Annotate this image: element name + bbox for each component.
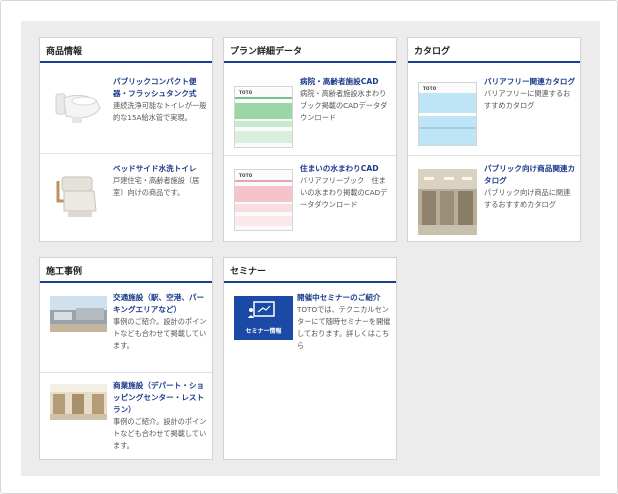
- product-title[interactable]: パブリックコンパクト便器・フラッシュタンク式: [113, 76, 208, 100]
- public-restroom-photo[interactable]: [418, 169, 477, 235]
- plan-item-hospital-cad[interactable]: TOTO 病院・高齢者施設CAD 病院・高齢者施設水まわりブック掲載のCADデー…: [224, 76, 396, 154]
- product-title[interactable]: ベッドサイド水洗トイレ: [113, 163, 208, 175]
- case-title[interactable]: 交通施設（駅、空港、パーキングエリアなど）: [113, 292, 208, 316]
- cases-card: 施工事例 交通施設（駅、空港、パーキングエリアなど） 事例のご紹介。設計のポイン…: [39, 257, 213, 460]
- plan-item-home-cad[interactable]: TOTO 住まいの水まわりCAD バリアフリーブック 住まいの水まわり掲載のCA…: [224, 163, 396, 241]
- divider: [40, 153, 212, 154]
- catalog-card: カタログ TOTO バリアフリー関連カタログ バリアフリーに関連するおすすめカタ…: [407, 37, 581, 242]
- catalog-heading: カタログ: [408, 38, 580, 63]
- page-frame: 商品情報 パブリックコンパクト便器・フラッシュタンク式 連続洗浄可能なトイレが一…: [0, 0, 618, 494]
- case-item-commercial[interactable]: 商業施設（デパート・ショッピングセンター・レストラン） 事例のご紹介。設計のポイ…: [40, 380, 212, 459]
- station-photo[interactable]: [50, 296, 107, 332]
- toilet-image[interactable]: [50, 78, 109, 130]
- product-item-compact-toilet[interactable]: パブリックコンパクト便器・フラッシュタンク式 連続洗浄可能なトイレが一般的な15…: [40, 76, 212, 152]
- seminar-icon[interactable]: セミナー情報: [234, 296, 293, 340]
- product-desc: 戸建住宅・高齢者施設（居室）向けの商品です。: [113, 176, 200, 197]
- seminar-heading: セミナー: [224, 258, 396, 283]
- case-title[interactable]: 商業施設（デパート・ショッピングセンター・レストラン）: [113, 380, 208, 416]
- catalog-title[interactable]: バリアフリー関連カタログ: [484, 76, 576, 88]
- content-area: 商品情報 パブリックコンパクト便器・フラッシュタンク式 連続洗浄可能なトイレが一…: [21, 21, 600, 476]
- seminar-card: セミナー セミナー情報 開催中セミナーのご紹介 TOTOでは、テクニカルセンター…: [223, 257, 397, 460]
- products-heading: 商品情報: [40, 38, 212, 63]
- mall-photo[interactable]: [50, 384, 107, 420]
- plan-desc: バリアフリーブック 住まいの水まわり掲載のCADデータダウンロード: [300, 176, 388, 209]
- divider: [408, 155, 580, 156]
- plan-title[interactable]: 病院・高齢者施設CAD: [300, 76, 392, 88]
- case-item-transport[interactable]: 交通施設（駅、空港、パーキングエリアなど） 事例のご紹介。設計のポイントなども合…: [40, 292, 212, 372]
- case-desc: 事例のご紹介。設計のポイントなども合わせて掲載しています。: [113, 317, 207, 350]
- product-desc: 連続洗浄可能なトイレが一般的な15A給水管で実現。: [113, 101, 207, 122]
- plan-title[interactable]: 住まいの水まわりCAD: [300, 163, 392, 175]
- plan-desc: 病院・高齢者施設水まわりブック掲載のCADデータダウンロード: [300, 89, 388, 122]
- plans-card: プラン詳細データ TOTO 病院・高齢者施設CAD 病院・高齢者施設水まわりブッ…: [223, 37, 397, 242]
- divider: [40, 372, 212, 373]
- cad-brochure-image[interactable]: TOTO: [234, 86, 293, 148]
- seminar-desc: TOTOでは、テクニカルセンターにて随時セミナーを開催しております。詳しくはこち…: [297, 305, 391, 350]
- products-card: 商品情報 パブリックコンパクト便器・フラッシュタンク式 連続洗浄可能なトイレが一…: [39, 37, 213, 242]
- catalog-title[interactable]: パブリック向け商品関連カタログ: [484, 163, 576, 187]
- divider: [224, 155, 396, 156]
- cases-heading: 施工事例: [40, 258, 212, 283]
- catalog-desc: パブリック向け商品に関連するおすすめカタログ: [484, 188, 571, 209]
- bedside-toilet-image[interactable]: [50, 167, 109, 223]
- seminar-item[interactable]: セミナー情報 開催中セミナーのご紹介 TOTOでは、テクニカルセンターにて随時セ…: [224, 292, 396, 372]
- catalog-item-barrier-free[interactable]: TOTO バリアフリー関連カタログ バリアフリーに関連するおすすめカタログ: [408, 76, 580, 154]
- cad-brochure-image[interactable]: TOTO: [234, 169, 293, 231]
- plans-heading: プラン詳細データ: [224, 38, 396, 63]
- product-item-bedside-toilet[interactable]: ベッドサイド水洗トイレ 戸建住宅・高齢者施設（居室）向けの商品です。: [40, 163, 212, 241]
- catalog-image[interactable]: TOTO: [418, 82, 477, 146]
- catalog-item-public[interactable]: パブリック向け商品関連カタログ パブリック向け商品に関連するおすすめカタログ: [408, 163, 580, 241]
- case-desc: 事例のご紹介。設計のポイントなども合わせて掲載しています。: [113, 417, 207, 450]
- seminar-title[interactable]: 開催中セミナーのご紹介: [297, 292, 392, 304]
- seminar-badge: セミナー情報: [245, 328, 282, 335]
- catalog-desc: バリアフリーに関連するおすすめカタログ: [484, 89, 571, 110]
